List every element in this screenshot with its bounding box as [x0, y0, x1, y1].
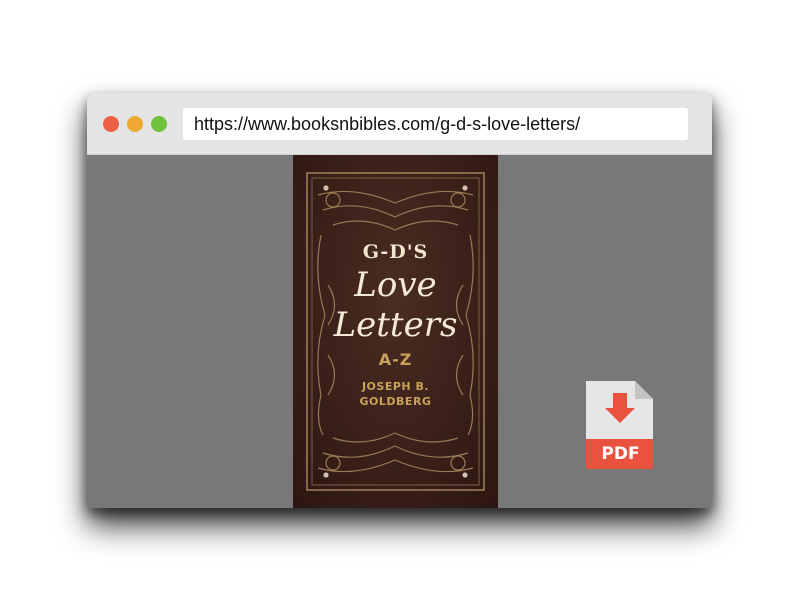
book-title-letters: Letters	[333, 305, 458, 345]
book-cover-image: G-D'S Love Letters A-Z JOSEPH B. GOLDBER…	[293, 155, 498, 508]
book-subtitle: A-Z	[378, 350, 413, 369]
browser-window: https://www.booksnbibles.com/g-d-s-love-…	[87, 93, 712, 508]
maximize-window-button[interactable]	[151, 116, 167, 132]
book-title-love: Love	[354, 265, 437, 305]
book-title-top: G-D'S	[362, 241, 429, 263]
book-author-last: GOLDBERG	[359, 395, 432, 408]
close-window-button[interactable]	[103, 116, 119, 132]
title-bar: https://www.booksnbibles.com/g-d-s-love-…	[87, 93, 712, 155]
book-author-first: JOSEPH B.	[361, 380, 430, 393]
pdf-label: PDF	[601, 444, 640, 464]
pdf-download-button[interactable]: PDF	[586, 381, 655, 469]
minimize-window-button[interactable]	[127, 116, 143, 132]
page-content: G-D'S Love Letters A-Z JOSEPH B. GOLDBER…	[87, 155, 712, 508]
address-bar[interactable]: https://www.booksnbibles.com/g-d-s-love-…	[183, 108, 688, 140]
